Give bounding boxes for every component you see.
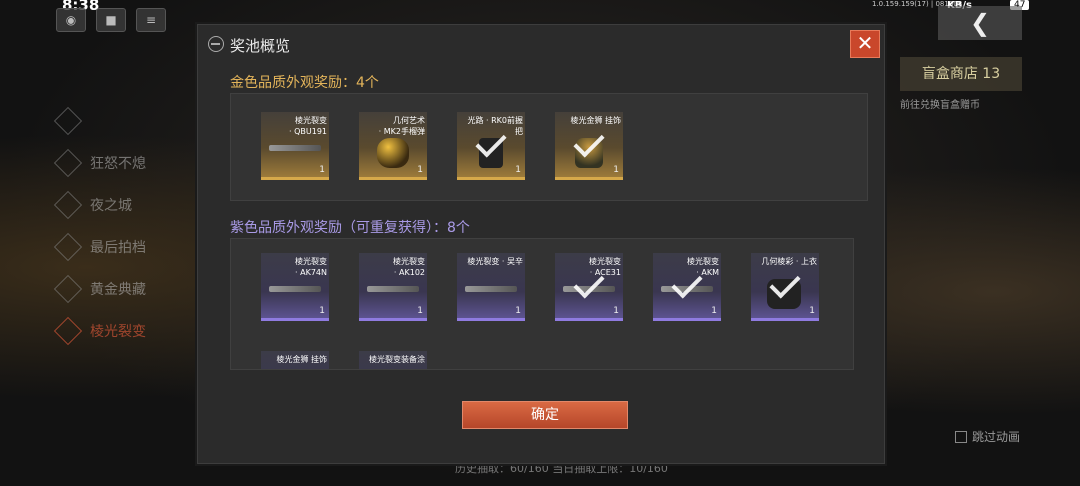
side-menu-item[interactable]: 狂怒不熄 (53, 142, 178, 184)
item-count: 1 (613, 165, 619, 175)
close-button[interactable]: ✕ (850, 30, 880, 58)
item-count: 1 (809, 306, 815, 316)
top-toolbar: ◉ ■ ≡ (56, 8, 166, 32)
shop-subtitle: 前往兑换盲盒赠币 (900, 100, 980, 111)
side-menu-item[interactable]: 棱光裂变 (53, 310, 178, 352)
item-count: 1 (711, 306, 717, 316)
item-count: 1 (319, 306, 325, 316)
side-menu-label: 棱光裂变 (90, 324, 146, 340)
diamond-icon (53, 190, 83, 220)
camera-icon[interactable]: ■ (96, 8, 126, 32)
purple-reward-item[interactable]: 几何棱彩 · 上衣 1 (751, 253, 819, 321)
item-count: 1 (613, 306, 619, 316)
item-label: 几何棱彩 · 上衣 (761, 257, 817, 266)
side-menu-label: 夜之城 (90, 198, 132, 214)
purple-reward-item[interactable]: 棱光裂变 · AKM 1 (653, 253, 721, 321)
gun-icon (269, 286, 321, 292)
blob-icon (377, 138, 409, 168)
side-menu-label: 狂怒不熄 (90, 156, 146, 172)
purple-section-title: 紫色品质外观奖励（可重复获得）：8个 (230, 220, 470, 236)
back-button[interactable]: ❮ (938, 6, 1022, 40)
side-menu-item[interactable]: 黄金典藏 (53, 268, 178, 310)
diamond-icon (53, 232, 83, 262)
settings-icon[interactable]: ≡ (136, 8, 166, 32)
gold-section-title: 金色品质外观奖励：4个 (230, 75, 379, 91)
modal-header: 奖池概览 ✕ (198, 25, 884, 65)
gold-reward-item[interactable]: 光路 · RK0前握 把1 (457, 112, 525, 180)
modal-title: 奖池概览 (230, 37, 291, 55)
gold-reward-item[interactable]: 棱光金狮 挂饰 1 (555, 112, 623, 180)
item-count: 1 (515, 165, 521, 175)
item-label: 棱光裂变 · AK74N (295, 257, 327, 277)
diamond-icon (53, 316, 83, 346)
item-label: 几何艺术 · MK2手榴弹 (378, 116, 425, 136)
purple-reward-item[interactable]: 棱光裂变 · 吴辛 1 (457, 253, 525, 321)
item-label: 棱光金狮 挂饰 (570, 116, 621, 125)
gun-icon (269, 145, 321, 151)
checkbox-icon[interactable] (955, 430, 967, 443)
side-menu-item[interactable] (53, 100, 178, 142)
confirm-button[interactable]: 确定 (462, 401, 628, 429)
gold-items-panel: 棱光裂变 · QBU191 1 几何艺术 · MK2手榴弹 1 光路 · RK0前握 把… (230, 93, 868, 201)
diamond-icon (53, 148, 83, 178)
purple-reward-item[interactable]: 棱光金狮 挂饰1 (261, 351, 329, 369)
globe-icon (208, 36, 224, 52)
purple-reward-item[interactable]: 棱光裂变 · AK102 1 (359, 253, 427, 321)
prize-pool-modal: 奖池概览 ✕ 金色品质外观奖励：4个 棱光裂变 · QBU191 1 几何艺术 · … (197, 24, 885, 464)
item-label: 棱光裂变装备涂 (369, 355, 425, 364)
skip-animation-toggle[interactable]: 跳过动画 (955, 428, 1020, 445)
gold-reward-item[interactable]: 棱光裂变 · QBU191 1 (261, 112, 329, 180)
skip-animation-label: 跳过动画 (972, 430, 1021, 444)
item-label: 棱光裂变 · QBU191 (289, 116, 327, 136)
item-label: 棱光金狮 挂饰 (276, 355, 327, 364)
item-label: 棱光裂变 · AK102 (393, 257, 425, 277)
blind-box-shop-button[interactable]: 盲盒商店 13 (900, 57, 1022, 91)
side-menu: 狂怒不熄夜之城最后拍档黄金典藏棱光裂变 (53, 100, 178, 352)
item-count: 1 (417, 306, 423, 316)
purple-reward-item[interactable]: 棱光裂变 · AK74N 1 (261, 253, 329, 321)
gun-icon (465, 286, 517, 292)
gun-icon (367, 286, 419, 292)
side-menu-item[interactable]: 夜之城 (53, 184, 178, 226)
side-menu-item[interactable]: 最后拍档 (53, 226, 178, 268)
eye-icon[interactable]: ◉ (56, 8, 86, 32)
side-menu-label: 黄金典藏 (90, 282, 146, 298)
item-label: 棱光裂变 · 吴辛 (467, 257, 523, 266)
purple-reward-item[interactable]: 棱光裂变 · ACE31 1 (555, 253, 623, 321)
diamond-icon (53, 274, 83, 304)
item-count: 1 (515, 306, 521, 316)
item-count: 1 (417, 165, 423, 175)
item-count: 1 (319, 165, 325, 175)
purple-items-panel[interactable]: 棱光裂变 · AK74N 1 棱光裂变 · AK102 1 棱光裂变 · 吴辛 1 棱光裂变… (230, 238, 854, 370)
diamond-icon (53, 106, 83, 136)
side-menu-label: 最后拍档 (90, 240, 146, 256)
gold-reward-item[interactable]: 几何艺术 · MK2手榴弹 1 (359, 112, 427, 180)
purple-reward-item[interactable]: 棱光裂变装备涂1 (359, 351, 427, 369)
